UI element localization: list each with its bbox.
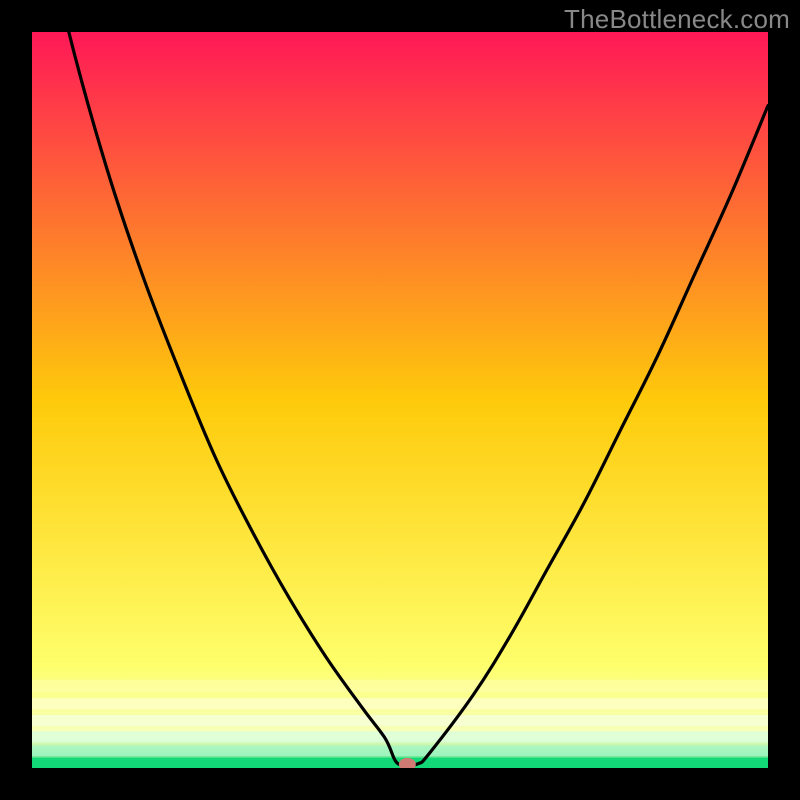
- minimum-marker: [399, 758, 416, 771]
- bottleneck-chart: [0, 0, 800, 800]
- chart-stage: TheBottleneck.com: [0, 0, 800, 800]
- plot-background: [32, 32, 768, 768]
- plot-area: [32, 0, 768, 771]
- attribution-text: TheBottleneck.com: [564, 4, 790, 35]
